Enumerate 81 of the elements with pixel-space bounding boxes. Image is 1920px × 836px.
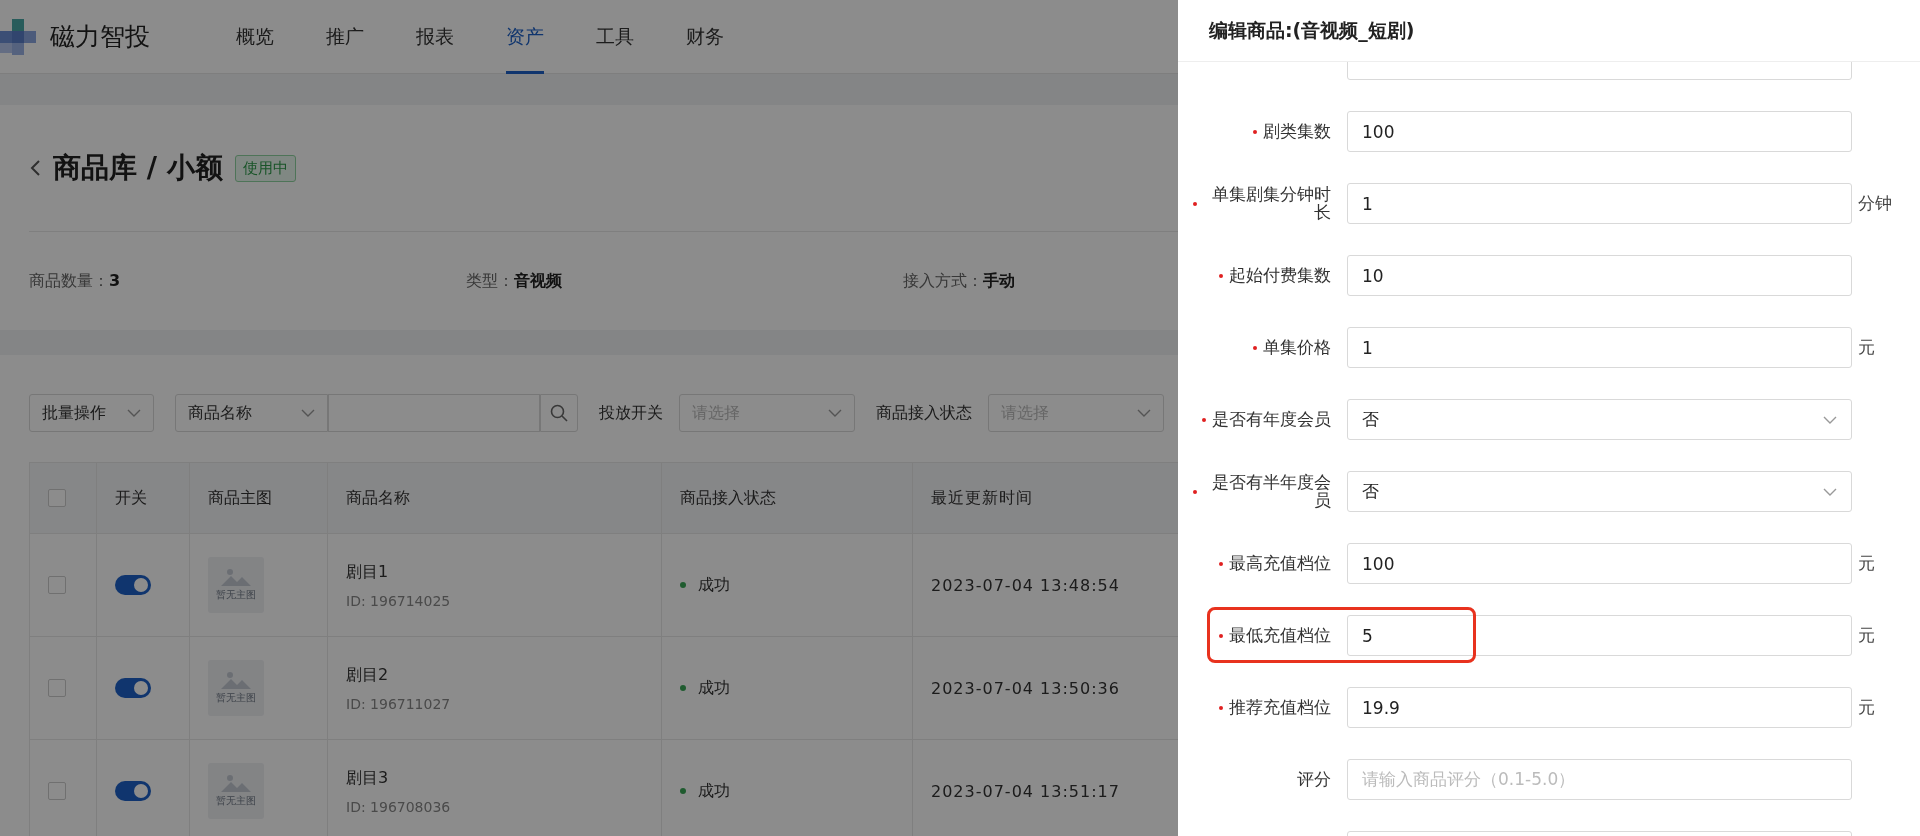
column-header: 商品主图 — [208, 487, 272, 509]
info-value: 3 — [109, 270, 121, 290]
image-icon — [221, 568, 251, 586]
checkbox[interactable] — [48, 489, 66, 507]
input-field[interactable]: 5 — [1347, 615, 1852, 656]
nav-tab[interactable]: 报表 — [416, 0, 454, 74]
filter-label: 商品接入状态 — [876, 402, 972, 424]
field-label: 推荐充值档位 — [1229, 698, 1331, 717]
nav-tab[interactable]: 推广 — [326, 0, 364, 74]
column-header: 商品名称 — [346, 487, 410, 509]
field-label: 剧类集数 — [1263, 122, 1331, 141]
status-text: 成功 — [698, 574, 730, 596]
chevron-down-icon — [1823, 487, 1837, 496]
image-icon — [221, 671, 251, 689]
input-field[interactable]: 1 — [1347, 183, 1852, 224]
chevron-down-icon — [127, 409, 141, 417]
unit-label: 元 — [1858, 697, 1875, 717]
checkbox[interactable] — [48, 782, 66, 800]
select-field[interactable]: 否 — [1347, 471, 1852, 512]
item-id: ID: 196708036 — [346, 798, 451, 815]
status-dot — [680, 788, 686, 794]
unit-label: 元 — [1858, 553, 1875, 573]
info-label: 接入方式： — [903, 270, 983, 290]
status-dot — [680, 582, 686, 588]
status-text: 成功 — [698, 677, 730, 699]
field-label: 最高充值档位 — [1229, 554, 1331, 573]
unit-label: 元 — [1858, 337, 1875, 357]
item-id: ID: 196714025 — [346, 592, 451, 609]
toggle-switch[interactable] — [115, 575, 151, 595]
toggle-switch[interactable] — [115, 781, 151, 801]
nav-tab[interactable]: 概览 — [236, 0, 274, 74]
field-label: 是否有半年度会员 — [1211, 473, 1331, 510]
search-icon — [550, 404, 568, 422]
field-label: 最低充值档位 — [1229, 626, 1331, 645]
table-cell: 2023-07-04 13:50:36 — [931, 678, 1120, 698]
nav-tab[interactable]: 工具 — [596, 0, 634, 74]
table-cell: 2023-07-04 13:51:17 — [931, 781, 1120, 801]
item-id: ID: 196711027 — [346, 695, 451, 712]
field-label: 单集剧集分钟时长 — [1211, 185, 1331, 222]
checkbox[interactable] — [48, 679, 66, 697]
input-field[interactable]: 19.9 — [1347, 687, 1852, 728]
chevron-down-icon — [301, 409, 315, 417]
image-icon — [221, 774, 251, 792]
field-label: 起始付费集数 — [1229, 266, 1331, 285]
chevron-down-icon — [828, 409, 842, 417]
app-logo-text: 磁力智投 — [50, 21, 150, 53]
info-value: 音视频 — [514, 270, 562, 290]
info-value: 手动 — [983, 270, 1015, 290]
item-name: 剧目2 — [346, 664, 389, 686]
batch-action-dropdown[interactable]: 批量操作 — [29, 394, 154, 432]
table-cell: 2023-07-04 13:48:54 — [931, 575, 1120, 595]
filter-label: 投放开关 — [599, 402, 663, 424]
toggle-switch[interactable] — [115, 678, 151, 698]
select-field[interactable]: 否 — [1347, 399, 1852, 440]
chevron-down-icon — [1823, 415, 1837, 424]
input-field[interactable]: 10 — [1347, 255, 1852, 296]
input-field[interactable]: 1 — [1347, 327, 1852, 368]
field-label: 单集价格 — [1263, 338, 1331, 357]
nav-tab[interactable]: 财务 — [686, 0, 724, 74]
field-label: 是否有年度会员 — [1212, 410, 1331, 429]
field-label: 评分 — [1297, 770, 1331, 789]
input-field[interactable]: 100 — [1347, 543, 1852, 584]
search-type-dropdown[interactable]: 商品名称 — [175, 394, 328, 432]
status-text: 成功 — [698, 780, 730, 802]
info-label: 商品数量： — [29, 270, 109, 290]
unit-label: 元 — [1858, 625, 1875, 645]
input-field[interactable]: 100 — [1347, 111, 1852, 152]
drawer-title: 编辑商品:(音视频_短剧) — [1209, 17, 1415, 44]
item-name: 剧目1 — [346, 561, 389, 583]
status-tag: 使用中 — [234, 154, 296, 182]
page-title: 商品库 / 小额 — [53, 150, 223, 186]
unit-label: 分钟 — [1858, 193, 1892, 213]
search-button[interactable] — [540, 394, 578, 432]
chevron-down-icon — [1137, 409, 1151, 417]
info-label: 类型： — [466, 270, 514, 290]
column-header: 最近更新时间 — [931, 487, 1033, 509]
checkbox[interactable] — [48, 576, 66, 594]
item-name: 剧目3 — [346, 767, 389, 789]
status-dot — [680, 685, 686, 691]
column-header: 开关 — [115, 487, 147, 509]
column-header: 商品接入状态 — [680, 487, 776, 509]
